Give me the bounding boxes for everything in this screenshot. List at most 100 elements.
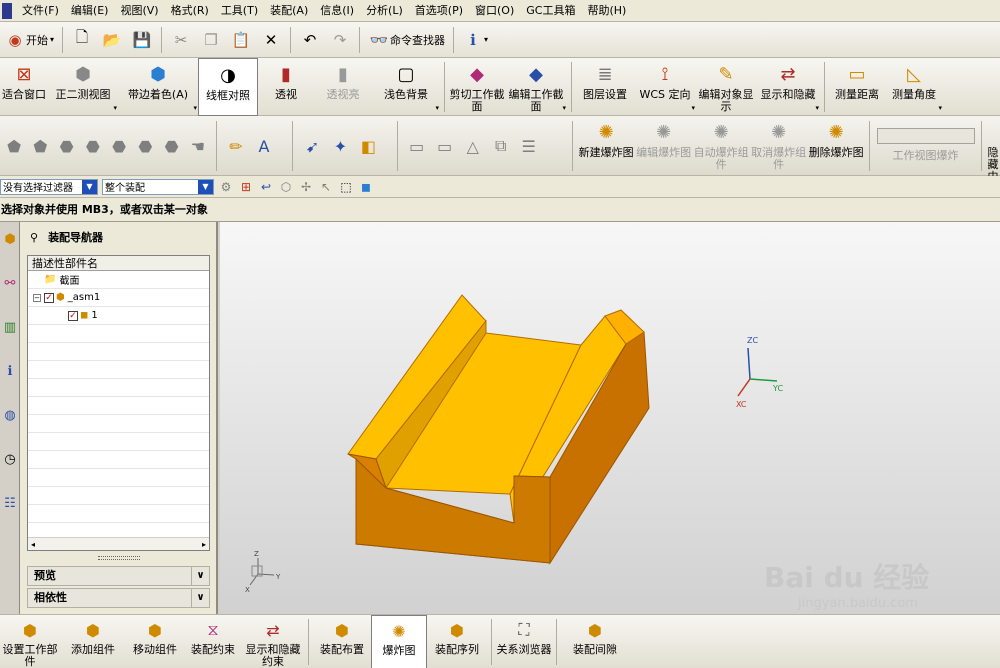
pointer-icon[interactable]: ↖ [318, 176, 334, 198]
redo-button[interactable]: ↷ [325, 25, 355, 55]
info-dropdown-button[interactable]: ℹ ▾ [458, 25, 492, 55]
arrow-back-icon[interactable]: ↩ [258, 176, 274, 198]
assembly-clearance-button[interactable]: ⬢ 装配间隙 [561, 615, 629, 668]
horizontal-scrollbar[interactable]: ◂ ▸ [28, 537, 209, 550]
start-button[interactable]: ◉ 开始 ▾ [0, 25, 58, 55]
hand-icon[interactable]: ☚ [188, 135, 208, 157]
open-file-button[interactable]: 📂 [97, 25, 127, 55]
delete-explosion-button[interactable]: ✺ 删除爆炸图 [807, 116, 865, 176]
extrude-icon[interactable]: ⬟ [4, 135, 24, 157]
delete-button[interactable]: ✕ [256, 25, 286, 55]
light-background-button[interactable]: ▢ 浅色背景 ▾ [372, 58, 440, 116]
assembly-arrangement-button[interactable]: ⬢ 装配布置 [313, 615, 371, 668]
new-file-button[interactable]: 🗋 [67, 25, 97, 55]
menu-analysis[interactable]: 分析(L) [360, 0, 409, 22]
text-icon[interactable]: A [253, 135, 275, 157]
solid-icon[interactable]: ⬣ [83, 135, 103, 157]
clip-section-button[interactable]: ◆ 剪切工作截面 [449, 58, 505, 116]
layer-settings-button[interactable]: ≣ 图层设置 [576, 58, 634, 116]
select-object-icon[interactable]: ⬡ [278, 176, 294, 198]
tree-row-section[interactable]: 📁 截面 [28, 271, 209, 289]
show-hide-constraint-button[interactable]: ⇄ 显示和隐藏约束 [242, 615, 304, 668]
triangle-icon[interactable]: △ [462, 135, 484, 157]
column-header[interactable]: 描述性部件名 [28, 256, 209, 271]
collapse-icon[interactable]: − [33, 293, 41, 302]
edit-object-display-button[interactable]: ✎ 编辑对象显示 [696, 58, 756, 116]
chevron-down-icon[interactable]: ∨ [191, 589, 209, 607]
assembly-constraint-button[interactable]: ⧖ 装配约束 [184, 615, 242, 668]
exploded-view-button[interactable]: ✺ 爆炸图 [371, 615, 427, 668]
pin-icon[interactable]: ⚲ [30, 231, 38, 244]
gear-icon[interactable]: ⚙ [218, 176, 234, 198]
measure-angle-button[interactable]: ◺ 测量角度 ▾ [885, 58, 943, 116]
snap-point-icon[interactable]: ⊞ [238, 176, 254, 198]
constraint-navigator-tab-icon[interactable]: ⚯ [1, 270, 19, 296]
scroll-left-icon[interactable]: ◂ [31, 540, 35, 549]
reuse-library-tab-icon[interactable]: ▥ [1, 314, 19, 340]
menu-info[interactable]: 信息(I) [314, 0, 360, 22]
menu-help[interactable]: 帮助(H) [581, 0, 632, 22]
menu-tools[interactable]: 工具(T) [215, 0, 264, 22]
relationship-browser-button[interactable]: ⛶ 关系浏览器 [496, 615, 552, 668]
cube-icon[interactable]: ◼ [358, 176, 374, 198]
edit-explosion-button[interactable]: ✺ 编辑爆炸图 [635, 116, 693, 176]
transform-icon[interactable]: ✦ [329, 135, 351, 157]
new-explosion-button[interactable]: ✺ 新建爆炸图 [577, 116, 635, 176]
history-clock-icon[interactable]: ◷ [1, 446, 19, 472]
web-browser-tab-icon[interactable]: ◍ [1, 402, 19, 428]
menu-window[interactable]: 窗口(O) [469, 0, 520, 22]
layers-icon[interactable]: ☰ [518, 135, 540, 157]
solid-icon[interactable]: ⬣ [162, 135, 182, 157]
trimetric-view-button[interactable]: ⬢ 正二测视图 ▾ [48, 58, 118, 116]
tree-row-asm1[interactable]: − ✓ ⬢ _asm1 [28, 289, 209, 307]
chevron-down-icon[interactable]: ∨ [191, 567, 209, 585]
add-component-button[interactable]: ⬢ 添加组件 [60, 615, 126, 668]
unexplode-button[interactable]: ✺ 取消爆炸组件 [750, 116, 808, 176]
shaded-with-edges-button[interactable]: ⬢ 带边着色(A) ▾ [118, 58, 198, 116]
wcs-orient-button[interactable]: ⟟ WCS 定向 ▾ [634, 58, 696, 116]
component-icon[interactable]: ◧ [357, 135, 379, 157]
selection-scope-select[interactable]: 整个装配 ▼ [102, 178, 214, 195]
roles-tab-icon[interactable]: ☷ [1, 490, 19, 516]
splitter-handle[interactable] [98, 556, 140, 560]
cut-button[interactable]: ✂ [166, 25, 196, 55]
set-work-part-button[interactable]: ⬢ 设置工作部件 [0, 615, 60, 668]
auto-explode-button[interactable]: ✺ 自动爆炸组件 [692, 116, 750, 176]
show-hide-button[interactable]: ⇄ 显示和隐藏 ▾ [756, 58, 820, 116]
perspective-button[interactable]: ▮ 透视 [258, 58, 314, 116]
pencil-icon[interactable]: ✏ [225, 135, 247, 157]
perspective-bright-button[interactable]: ▮ 透视亮 [314, 58, 372, 116]
menu-assembly[interactable]: 装配(A) [264, 0, 314, 22]
move-component-button[interactable]: ⬢ 移动组件 [126, 615, 184, 668]
revolve-icon[interactable]: ⬟ [30, 135, 50, 157]
visibility-checkbox[interactable]: ✓ [44, 292, 54, 303]
command-finder-button[interactable]: 👓 命令查找器 [364, 25, 449, 55]
assembly-navigator-tab-icon[interactable]: ⬢ [1, 226, 19, 252]
frame-icon[interactable]: ⧉ [490, 135, 512, 157]
info-tab-icon[interactable]: ℹ [1, 358, 19, 384]
menu-preferences[interactable]: 首选项(P) [409, 0, 469, 22]
preview-section[interactable]: 预览 ∨ [27, 566, 210, 586]
scroll-right-icon[interactable]: ▸ [202, 540, 206, 549]
intent-icon[interactable]: ✢ [298, 176, 314, 198]
undo-button[interactable]: ↶ [295, 25, 325, 55]
menu-view[interactable]: 视图(V) [114, 0, 164, 22]
sheet-icon[interactable]: ▭ [434, 135, 456, 157]
hide-in-view-button[interactable]: 隐藏中 [986, 116, 1000, 177]
tree-row-part-1[interactable]: ✓ ◼ 1 [28, 307, 209, 325]
menu-gc-toolbox[interactable]: GC工具箱 [520, 0, 581, 22]
solid-icon[interactable]: ⬣ [57, 135, 77, 157]
work-view-explosion-select[interactable] [876, 128, 975, 144]
assembly-sequence-button[interactable]: ⬢ 装配序列 [427, 615, 487, 668]
edit-section-button[interactable]: ◆ 编辑工作截面 ▾ [505, 58, 567, 116]
wireframe-contrast-button[interactable]: ◑ 线框对照 [198, 58, 258, 116]
paste-button[interactable]: 📋 [226, 25, 256, 55]
save-button[interactable]: 💾 [127, 25, 157, 55]
solid-icon[interactable]: ⬣ [109, 135, 129, 157]
move-icon[interactable]: ➹ [301, 135, 323, 157]
solid-icon[interactable]: ⬣ [135, 135, 155, 157]
menu-file[interactable]: 文件(F) [16, 0, 65, 22]
rectangle-select-icon[interactable]: ⬚ [338, 176, 354, 198]
menu-format[interactable]: 格式(R) [165, 0, 215, 22]
visibility-checkbox[interactable]: ✓ [68, 310, 78, 321]
